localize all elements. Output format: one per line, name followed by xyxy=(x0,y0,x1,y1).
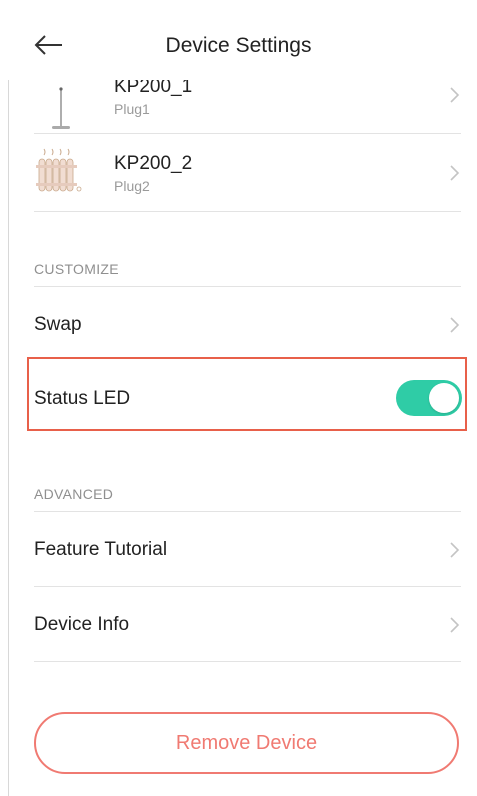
feature-tutorial-label: Feature Tutorial xyxy=(34,539,168,560)
remove-device-button[interactable]: Remove Device xyxy=(34,712,459,774)
settings-content: KP200_1 Plug1 KP200_2 Plug2 CUSTOMIZE Sw… xyxy=(0,0,477,796)
divider xyxy=(34,286,461,287)
device-plug-label: Plug2 xyxy=(114,178,150,194)
divider xyxy=(34,511,461,512)
feature-tutorial-row[interactable]: Feature Tutorial xyxy=(34,513,461,587)
device-plug-label: Plug1 xyxy=(114,101,150,117)
chevron-right-icon xyxy=(450,617,460,633)
chevron-right-icon xyxy=(450,542,460,558)
divider xyxy=(34,586,461,587)
chevron-right-icon xyxy=(450,165,460,181)
top-bar: Device Settings xyxy=(0,8,477,80)
device-info-label: Device Info xyxy=(34,614,130,635)
chevron-right-icon xyxy=(450,87,460,103)
device-info-row[interactable]: Device Info xyxy=(34,588,461,662)
section-header-customize: CUSTOMIZE xyxy=(34,261,119,277)
page-title: Device Settings xyxy=(165,34,312,57)
radiator-heater-icon xyxy=(36,148,82,192)
swap-label: Swap xyxy=(34,314,82,335)
swap-row[interactable]: Swap xyxy=(34,288,461,362)
device-row-kp200-2[interactable]: KP200_2 Plug2 xyxy=(34,133,461,212)
floor-lamp-icon xyxy=(52,87,70,129)
status-led-toggle[interactable] xyxy=(396,380,462,416)
chevron-right-icon xyxy=(450,317,460,333)
toggle-knob xyxy=(429,383,459,413)
status-led-label: Status LED xyxy=(34,388,131,409)
divider xyxy=(34,661,461,662)
section-header-advanced: ADVANCED xyxy=(34,486,114,502)
device-name: KP200_2 xyxy=(114,153,193,174)
